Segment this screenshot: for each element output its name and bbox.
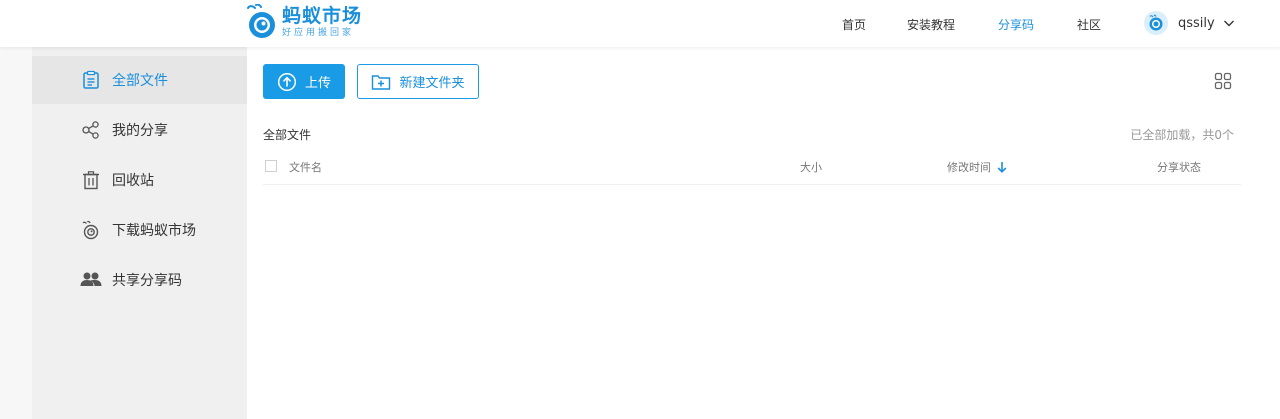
grid-view-icon[interactable]	[1214, 72, 1232, 90]
column-header-name[interactable]: 文件名	[289, 159, 322, 175]
upload-button-label: 上传	[304, 76, 331, 91]
sort-down-arrow-icon	[997, 162, 1007, 173]
sidebar-item-download-app[interactable]: 下载蚂蚁市场	[32, 206, 247, 254]
select-all-checkbox[interactable]	[265, 160, 277, 172]
sidebar-item-label: 共享分享码	[112, 273, 182, 289]
column-header-share-status[interactable]: 分享状态	[1157, 159, 1201, 175]
column-header-modified[interactable]: 修改时间	[947, 159, 1007, 175]
sidebar-item-label: 下载蚂蚁市场	[112, 223, 196, 239]
upload-icon	[277, 72, 297, 91]
ant-logo-icon	[247, 4, 275, 38]
nav-community[interactable]: 社区	[1077, 16, 1101, 33]
sidebar-item-shared-codes[interactable]: 共享分享码	[32, 256, 247, 304]
sidebar-item-my-shares[interactable]: 我的分享	[32, 106, 247, 154]
user-menu[interactable]: qssily	[1144, 11, 1235, 35]
sidebar-item-recycle-bin[interactable]: 回收站	[32, 156, 247, 204]
avatar	[1144, 11, 1168, 35]
sidebar-item-all-files[interactable]: 全部文件	[32, 56, 247, 104]
nav-share-code[interactable]: 分享码	[998, 16, 1034, 33]
nav-install-guide[interactable]: 安装教程	[907, 16, 955, 33]
sidebar-item-label: 我的分享	[112, 123, 168, 139]
breadcrumb[interactable]: 全部文件	[263, 126, 311, 143]
new-folder-button-label: 新建文件夹	[399, 76, 465, 91]
logo-slogan: 好应用搬回家	[282, 27, 355, 38]
new-folder-button[interactable]: 新建文件夹	[357, 64, 479, 99]
column-header-size[interactable]: 大小	[800, 159, 822, 175]
nav-home[interactable]: 首页	[842, 16, 866, 33]
sidebar-item-label: 回收站	[112, 173, 154, 189]
load-status: 已全部加载，共0个	[1130, 128, 1234, 142]
users-icon	[80, 269, 102, 291]
column-header-modified-label: 修改时间	[947, 161, 991, 174]
app-logo-icon	[80, 219, 102, 241]
new-folder-icon	[372, 74, 391, 90]
file-table-header: 文件名 大小 修改时间 分享状态	[263, 152, 1241, 185]
upload-button[interactable]: 上传	[263, 64, 345, 99]
trash-icon	[80, 169, 102, 191]
username: qssily	[1178, 15, 1215, 31]
chevron-down-icon	[1223, 20, 1234, 27]
sidebar: 全部文件 我的分享 回收站 下载蚂蚁市场 共享分享码	[32, 47, 247, 419]
sidebar-item-label: 全部文件	[112, 73, 168, 89]
site-logo[interactable]: 蚂蚁市场 好应用搬回家	[246, 2, 362, 42]
share-icon	[80, 119, 102, 141]
file-panel: 上传 新建文件夹 全部文件 已全部加载，共0个 文件名 大小 修改时间 分享状态	[247, 47, 1280, 419]
document-icon	[80, 69, 102, 91]
top-navigation-bar: 蚂蚁市场 好应用搬回家 首页 安装教程 分享码 社区 qssily	[0, 0, 1280, 47]
user-avatar-icon	[1149, 14, 1163, 31]
logo-title: 蚂蚁市场	[282, 4, 363, 27]
